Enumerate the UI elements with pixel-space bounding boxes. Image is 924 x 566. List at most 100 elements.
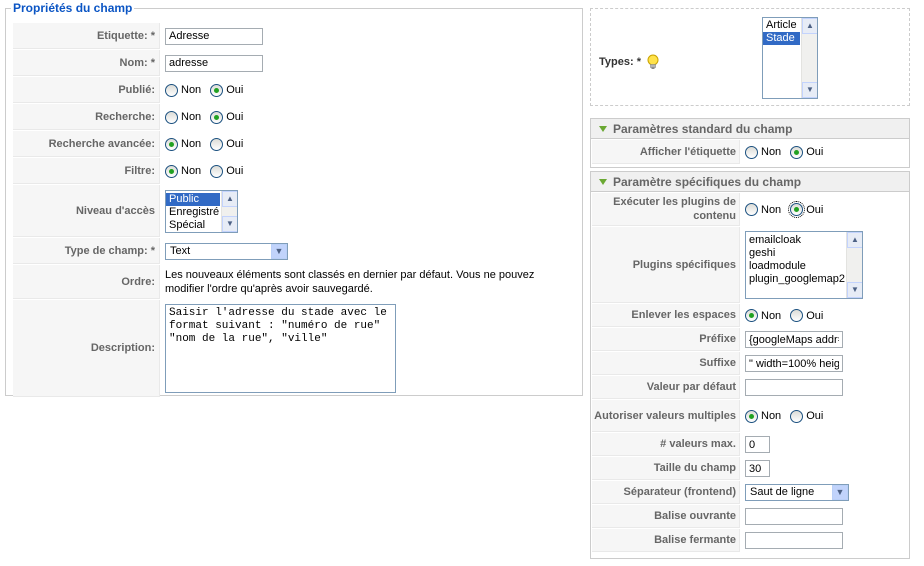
advanced-search-no-label: Non [181, 138, 202, 150]
max-values-label: # valeurs max. [592, 433, 740, 456]
search-label: Recherche: [13, 104, 160, 130]
published-label: Publié: [13, 77, 160, 103]
standard-params-title: Paramètres standard du champ [613, 122, 793, 136]
description-label: Description: [13, 300, 160, 397]
plugin-option[interactable]: loadmodule [746, 260, 862, 273]
order-note: Les nouveaux éléments sont classés en de… [165, 269, 535, 295]
scroll-down-icon[interactable]: ▼ [222, 215, 237, 232]
multiple-label: Autoriser valeurs multiples [592, 400, 740, 432]
plugin-option[interactable]: plugin_googlemap2 [746, 273, 862, 286]
search-yes-radio[interactable] [210, 110, 224, 124]
scroll-up-icon[interactable]: ▲ [847, 232, 862, 248]
run-plugins-no-label: Non [761, 203, 782, 216]
scroll-up-icon[interactable]: ▲ [802, 18, 817, 34]
specific-params-header[interactable]: Paramètre spécifiques du champ [591, 172, 909, 192]
show-label-no-label: Non [761, 146, 782, 158]
field-size-input[interactable] [745, 460, 770, 477]
standard-params-panel: Paramètres standard du champ Afficher l'… [590, 118, 910, 168]
search-no-radio[interactable] [165, 110, 178, 124]
advanced-search-label: Recherche avancée: [13, 131, 160, 157]
types-label-wrap: Types: * [599, 54, 660, 70]
types-label: Types: * [599, 55, 641, 68]
name-field-label: Nom: * [13, 50, 160, 76]
filter-no-label: Non [181, 165, 202, 177]
scroll-down-icon[interactable]: ▼ [847, 282, 862, 298]
plugin-option[interactable]: emailcloak [746, 234, 862, 247]
default-value-label: Valeur par défaut [592, 376, 740, 399]
published-yes-radio[interactable] [210, 83, 224, 97]
specific-params-title: Paramètre spécifiques du champ [613, 175, 802, 189]
multiple-no-radio[interactable] [745, 409, 758, 423]
scroll-up-icon[interactable]: ▲ [222, 190, 237, 207]
plugins-label: Plugins spécifiques [592, 227, 740, 303]
multiple-yes-radio[interactable] [790, 409, 804, 423]
suffix-label: Suffixe [592, 352, 740, 375]
field-type-value: Text [170, 244, 191, 257]
chevron-down-icon[interactable]: ▼ [271, 243, 287, 259]
max-values-input[interactable] [745, 436, 770, 453]
filter-yes-radio[interactable] [210, 164, 224, 178]
types-option[interactable]: Stade [763, 32, 800, 45]
multiple-no-label: Non [761, 410, 782, 422]
trim-no-radio[interactable] [745, 309, 758, 322]
published-yes-label: Oui [226, 84, 244, 96]
expand-triangle-icon [599, 125, 607, 132]
show-label-yes-label: Oui [806, 146, 824, 158]
filter-no-radio[interactable] [165, 164, 178, 178]
plugin-option[interactable]: geshi [746, 247, 862, 260]
types-scrollbar[interactable]: ▲ ▼ [801, 18, 817, 98]
types-box: Types: * Article Stade ▲ ▼ [590, 8, 910, 106]
description-textarea[interactable]: Saisir l'adresse du stade avec le format… [165, 304, 396, 393]
types-list[interactable]: Article Stade ▲ ▼ [762, 17, 818, 99]
show-label-yes-radio[interactable] [790, 145, 804, 159]
filter-yes-label: Oui [226, 165, 244, 177]
specific-params-table: Exécuter les plugins de contenu Non Oui … [591, 192, 909, 553]
search-no-label: Non [181, 111, 202, 123]
prefix-label: Préfixe [592, 328, 740, 351]
separator-select[interactable]: Saut de ligne ▼ [745, 484, 849, 501]
run-plugins-no-radio[interactable] [745, 203, 758, 216]
advanced-search-no-radio[interactable] [165, 137, 178, 151]
trim-no-label: Non [761, 309, 782, 322]
prefix-input[interactable] [745, 331, 843, 348]
order-label: Ordre: [13, 265, 160, 299]
fieldset-legend: Propriétés du champ [11, 1, 135, 15]
types-option[interactable]: Article [763, 19, 800, 32]
multiple-yes-label: Oui [806, 410, 824, 422]
published-no-radio[interactable] [165, 83, 178, 97]
field-type-label: Type de champ: * [13, 238, 160, 264]
close-tag-label: Balise fermante [592, 529, 740, 552]
field-size-label: Taille du champ [592, 457, 740, 480]
run-plugins-label: Exécuter les plugins de contenu [592, 193, 740, 226]
advanced-search-yes-radio[interactable] [210, 137, 224, 151]
show-label-label: Afficher l'étiquette [592, 140, 740, 164]
name-input[interactable] [165, 54, 263, 72]
field-properties-fieldset: Propriétés du champ Etiquette: * Nom: * … [5, 1, 583, 398]
label-field-label: Etiquette: * [13, 23, 160, 49]
properties-table: Etiquette: * Nom: * Publié: Non Oui Rech… [12, 22, 572, 398]
separator-value: Saut de ligne [750, 486, 815, 498]
access-scrollbar[interactable]: ▲ ▼ [221, 190, 237, 232]
filter-label: Filtre: [13, 158, 160, 184]
plugins-list[interactable]: emailcloak geshi loadmodule plugin_googl… [745, 231, 863, 299]
lightbulb-icon[interactable] [646, 54, 660, 70]
show-label-no-radio[interactable] [745, 145, 758, 159]
scroll-down-icon[interactable]: ▼ [802, 82, 817, 98]
close-tag-input[interactable] [745, 532, 843, 549]
standard-params-header[interactable]: Paramètres standard du champ [591, 119, 909, 139]
trim-yes-label: Oui [806, 309, 824, 322]
open-tag-label: Balise ouvrante [592, 505, 740, 528]
open-tag-input[interactable] [745, 508, 843, 525]
access-level-list[interactable]: Public Enregistré Spécial ▲ ▼ [165, 189, 238, 233]
field-type-select[interactable]: Text ▼ [165, 242, 288, 260]
chevron-down-icon[interactable]: ▼ [832, 485, 848, 500]
suffix-input[interactable] [745, 355, 843, 372]
default-value-input[interactable] [745, 379, 843, 396]
plugins-scrollbar[interactable]: ▲ ▼ [846, 232, 862, 298]
label-input[interactable] [165, 27, 263, 45]
trim-yes-radio[interactable] [790, 309, 804, 322]
run-plugins-yes-radio[interactable] [788, 201, 806, 218]
access-option[interactable]: Public [166, 192, 220, 206]
separator-label: Séparateur (frontend) [592, 481, 740, 504]
access-level-label: Niveau d'accès [13, 185, 160, 237]
